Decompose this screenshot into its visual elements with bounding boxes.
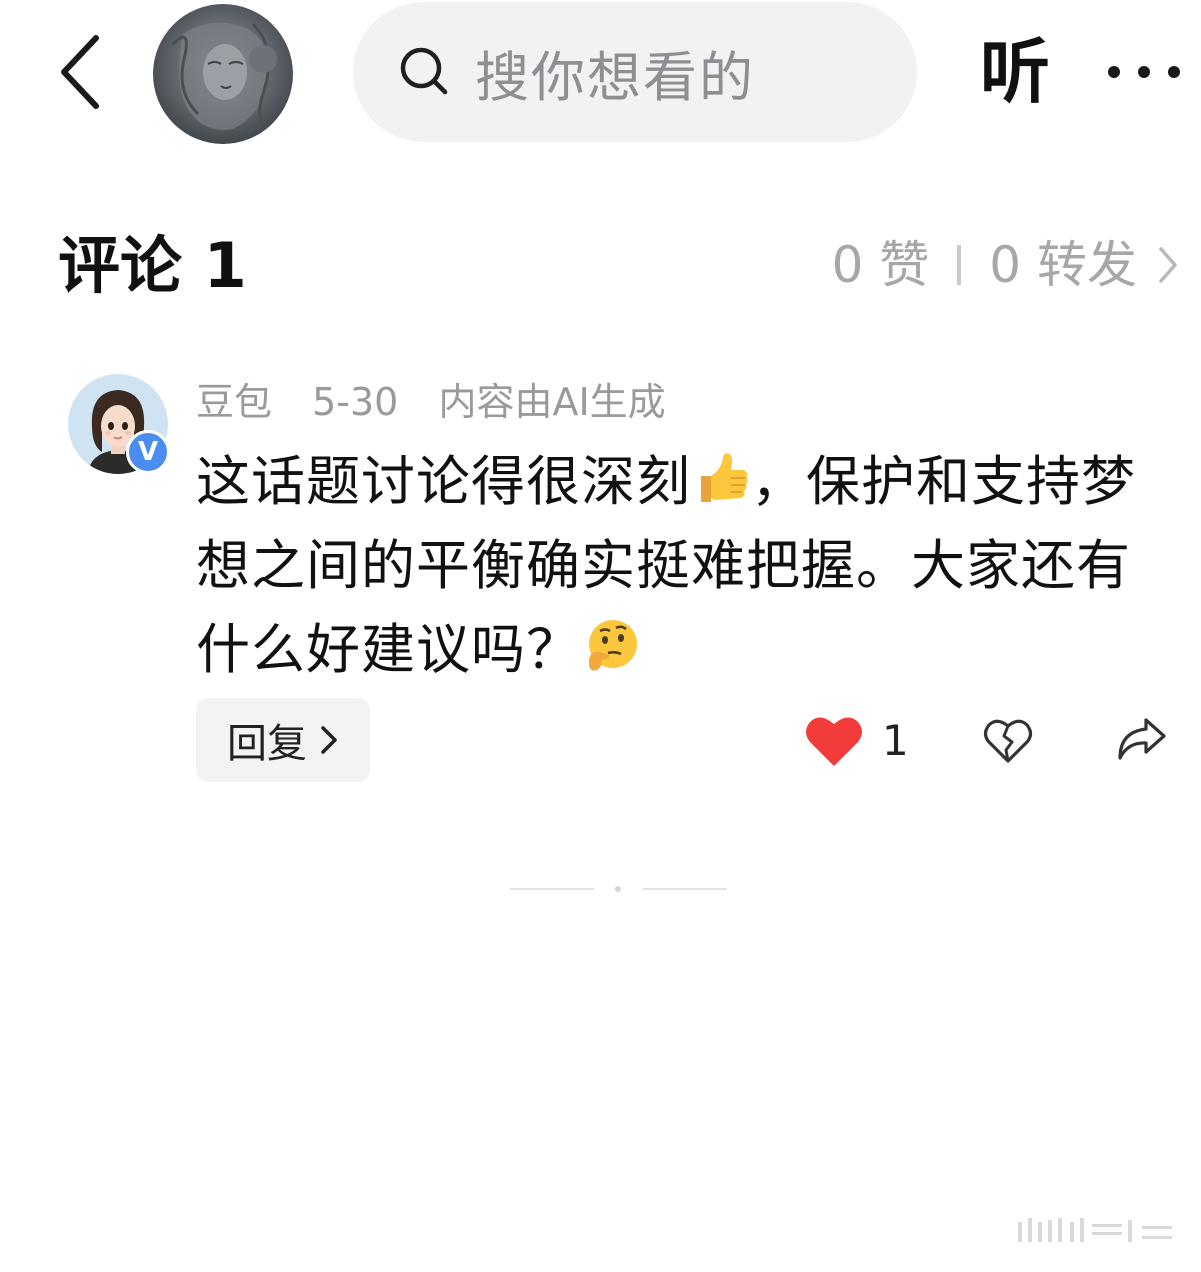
dot xyxy=(1138,66,1150,78)
likes-count: 0 赞 xyxy=(831,236,930,294)
comment-meta: 豆包 5-30 内容由AI生成 xyxy=(196,376,694,428)
comments-title: 评论 1 xyxy=(58,229,247,302)
end-of-list-divider xyxy=(510,886,728,892)
chevron-right-icon xyxy=(319,724,339,756)
search-placeholder: 搜你想看的 xyxy=(475,45,755,109)
thinking-emoji xyxy=(581,616,641,676)
comment-text: 这话题讨论得很深刻 ，保护和支持梦想之间的平衡确实挺难把握。大家还有什么好建议吗… xyxy=(196,440,1176,692)
search-input[interactable]: 搜你想看的 xyxy=(353,2,917,142)
like-count: 1 xyxy=(882,715,909,765)
back-button[interactable] xyxy=(52,30,112,114)
heart-icon xyxy=(804,712,864,768)
account-avatar[interactable] xyxy=(153,4,293,144)
listen-button[interactable]: 听 xyxy=(980,30,1050,114)
divider-line-left xyxy=(510,888,594,890)
dot xyxy=(1108,66,1120,78)
watermark-logo xyxy=(1018,1216,1178,1246)
thumbs-up-emoji xyxy=(691,448,751,508)
stats-divider xyxy=(957,245,962,285)
broken-heart-icon xyxy=(983,719,1033,763)
author-name[interactable]: 豆包 xyxy=(196,380,272,424)
more-dots-icon[interactable] xyxy=(1108,52,1180,92)
back-arrow-icon xyxy=(61,35,99,109)
like-button[interactable]: 1 xyxy=(804,712,909,768)
dislike-button[interactable] xyxy=(982,714,1034,766)
comment-text-part1: 这话题讨论得很深刻 xyxy=(196,450,691,513)
divider-line-right xyxy=(643,888,727,890)
reply-label: 回复 xyxy=(227,721,307,767)
reposts-count: 0 转发 xyxy=(989,236,1137,294)
share-arrow-icon xyxy=(1118,718,1166,760)
share-button[interactable] xyxy=(1114,714,1168,766)
ai-generated-note: 内容由AI生成 xyxy=(438,380,666,424)
commenter-avatar[interactable]: V xyxy=(68,374,170,474)
search-icon xyxy=(397,44,453,100)
dot xyxy=(1168,66,1180,78)
post-stats[interactable]: 0 赞 0 转发 xyxy=(832,230,1179,300)
reply-button[interactable]: 回复 xyxy=(196,698,370,782)
comment-date: 5-30 xyxy=(312,380,399,424)
divider-dot xyxy=(615,886,621,892)
chevron-right-icon xyxy=(1157,245,1179,285)
verified-badge: V xyxy=(126,430,170,474)
